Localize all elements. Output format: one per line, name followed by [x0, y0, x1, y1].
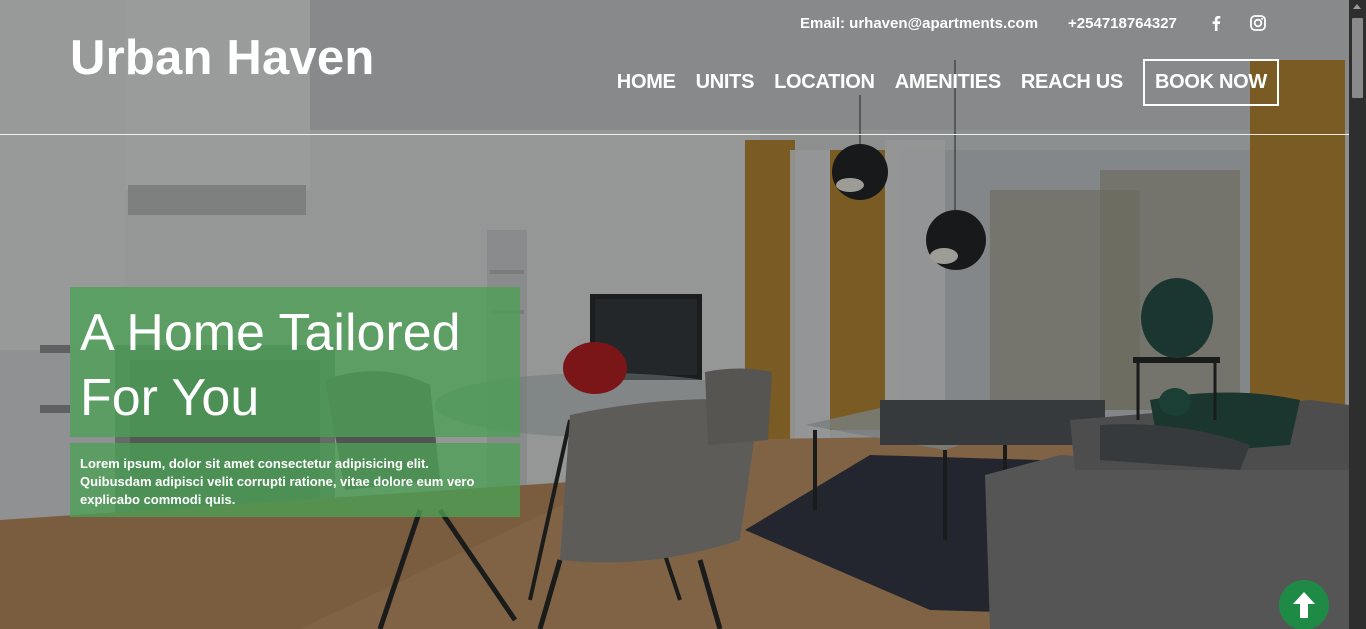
facebook-icon[interactable]	[1207, 14, 1225, 32]
nav-units[interactable]: UNITS	[696, 71, 755, 94]
nav-amenities[interactable]: AMENITIES	[895, 71, 1002, 94]
hero-text-panel: Lorem ipsum, dolor sit amet consectetur …	[70, 443, 520, 517]
book-now-button[interactable]: BOOK NOW	[1142, 59, 1279, 106]
page: Email: urhaven@apartments.com +254718764…	[0, 0, 1366, 629]
contact-phone[interactable]: +254718764327	[1068, 15, 1177, 32]
nav-home[interactable]: HOME	[617, 71, 676, 94]
instagram-icon[interactable]	[1249, 14, 1267, 32]
nav-location[interactable]: LOCATION	[774, 71, 875, 94]
arrow-up-icon	[1293, 592, 1315, 618]
scrollbar-thumb[interactable]	[1352, 18, 1363, 98]
hero-title: A Home Tailored For You	[80, 304, 461, 427]
scroll-up-arrow-icon[interactable]	[1353, 4, 1361, 9]
scrollbar[interactable]	[1349, 0, 1366, 629]
hero-description: Lorem ipsum, dolor sit amet consectetur …	[80, 456, 475, 507]
header-divider	[0, 134, 1349, 135]
hero-title-panel: A Home Tailored For You	[70, 287, 520, 437]
main-nav: HOME UNITS LOCATION AMENITIES REACH US B…	[617, 59, 1279, 106]
brand-logo[interactable]: Urban Haven	[70, 30, 374, 86]
contact-email[interactable]: Email: urhaven@apartments.com	[800, 15, 1038, 32]
back-to-top-button[interactable]	[1279, 580, 1329, 629]
nav-reach-us[interactable]: REACH US	[1021, 71, 1123, 94]
contact-bar: Email: urhaven@apartments.com +254718764…	[800, 12, 1291, 34]
